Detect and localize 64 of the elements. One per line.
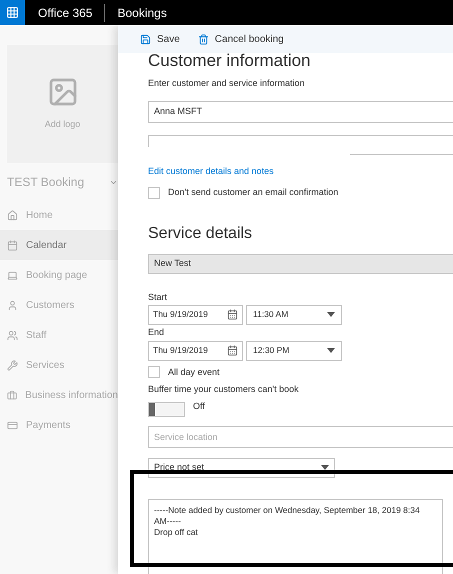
- business-name: TEST Booking: [7, 174, 84, 191]
- section-heading: Service details: [148, 226, 254, 242]
- nav-label: Home: [26, 208, 53, 222]
- nav-label: Services: [26, 358, 64, 372]
- nav-label: Customers: [26, 298, 74, 312]
- dropdown-arrow-icon: [321, 465, 329, 470]
- nav-label: Business information: [25, 388, 118, 402]
- app-launcher-button[interactable]: [0, 0, 25, 25]
- notes-field[interactable]: -----Note added by customer on Wednesday, September 18, 2019 8:34 AM----- Drop off cat: [148, 498, 443, 574]
- buffer-label: Buffer time your customers can't book: [148, 383, 300, 396]
- calendar-icon: [7, 240, 18, 250]
- briefcase-icon: [7, 390, 18, 400]
- toggle-label: Off: [193, 400, 205, 412]
- start-label: Start: [148, 292, 168, 302]
- field-value: Price not set: [154, 460, 204, 474]
- toggle-thumb: [149, 402, 155, 416]
- cancel-booking-button[interactable]: Cancel booking: [198, 32, 284, 46]
- calendar-icon[interactable]: [227, 309, 238, 320]
- end-label: End: [148, 328, 166, 336]
- price-dropdown[interactable]: Price not set: [148, 458, 335, 478]
- service-dropdown[interactable]: New Test: [148, 254, 453, 274]
- checkbox-label: All day event: [168, 366, 220, 379]
- nav-label: Staff: [26, 328, 46, 342]
- nav-label: Payments: [26, 418, 70, 432]
- section-subtitle: Enter customer and service information: [148, 77, 306, 90]
- calendar-icon[interactable]: [227, 345, 238, 356]
- person-icon: [7, 300, 18, 310]
- section-heading: Customer information: [148, 53, 312, 69]
- notes-text: -----Note added by customer on Wednesday, September 18, 2019 8:34 AM----- Drop off cat: [154, 504, 421, 538]
- people-icon: [7, 330, 18, 340]
- nav-label: Booking page: [26, 268, 88, 282]
- dropdown-arrow-icon: [327, 312, 335, 317]
- app-title[interactable]: Bookings: [117, 4, 167, 22]
- save-icon: [140, 34, 151, 44]
- time-value: 12:30 PM: [253, 344, 290, 357]
- field-value: New Test: [154, 256, 191, 270]
- service-location-field[interactable]: Service location: [148, 426, 453, 448]
- edit-customer-link[interactable]: Edit customer details and notes: [148, 164, 453, 178]
- nav-item[interactable]: Calendar: [0, 230, 118, 260]
- nav-label: Calendar: [26, 238, 67, 252]
- home-icon: [7, 210, 18, 220]
- input-field[interactable]: [148, 134, 453, 146]
- card-icon: [7, 420, 18, 430]
- waffle-icon: [6, 6, 19, 19]
- save-button[interactable]: Save: [140, 32, 180, 46]
- trash-icon: [198, 34, 209, 44]
- field-value: Anna MSFT: [154, 104, 202, 118]
- time-dropdown[interactable]: 12:30 PM: [246, 340, 342, 360]
- date-value: Thu 9/19/2019: [153, 344, 208, 357]
- time-dropdown[interactable]: 11:30 AM: [246, 304, 342, 324]
- image-icon: [46, 76, 78, 108]
- date-field[interactable]: Thu 9/19/2019: [148, 340, 243, 360]
- checkbox[interactable]: [148, 186, 160, 199]
- dropdown-arrow-icon: [327, 348, 335, 353]
- date-value: Thu 9/19/2019: [153, 308, 208, 321]
- suite-title[interactable]: Office 365: [38, 4, 106, 22]
- laptop-icon: [7, 270, 18, 280]
- time-value: 11:30 AM: [253, 308, 288, 321]
- date-field[interactable]: Thu 9/19/2019: [148, 304, 243, 324]
- toggle-switch[interactable]: [148, 402, 185, 416]
- customer-name-field[interactable]: Anna MSFT: [148, 100, 453, 122]
- wrench-icon: [7, 360, 18, 370]
- checkbox-label: Don't send customer an email confirmation: [168, 186, 338, 199]
- checkbox[interactable]: [148, 366, 160, 378]
